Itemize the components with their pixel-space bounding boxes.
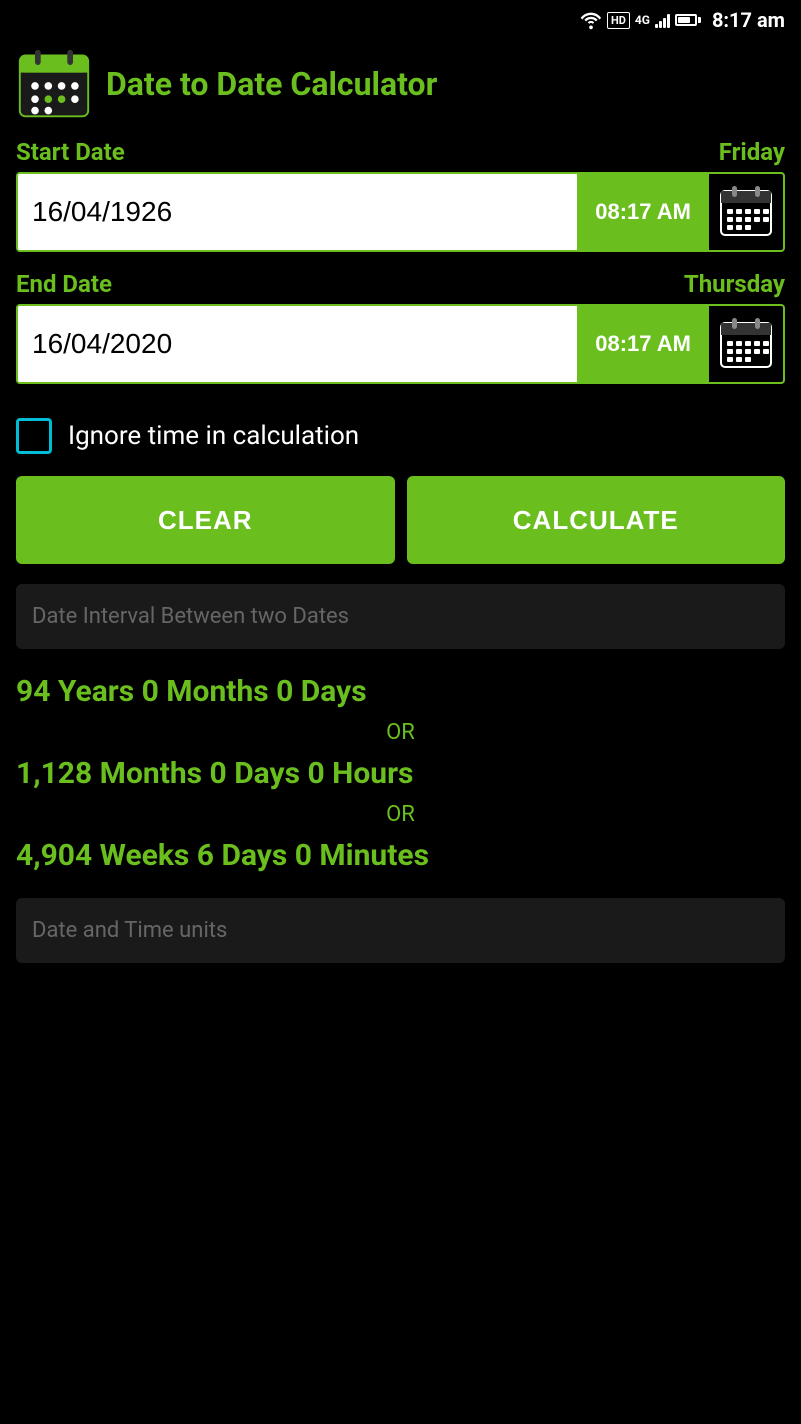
result-or-1: OR	[16, 720, 785, 745]
hotspot-icon	[580, 9, 602, 31]
clear-button[interactable]: CLEAR	[16, 476, 395, 564]
bottom-section: Date and Time units	[16, 898, 785, 963]
action-buttons: CLEAR CALCULATE	[16, 476, 785, 564]
calendar-icon	[719, 185, 773, 239]
results-section: Date Interval Between two Dates	[16, 584, 785, 649]
signal-icon	[655, 12, 670, 28]
result-line-1: 94 Years 0 Months 0 Days	[16, 669, 785, 714]
start-date-input[interactable]	[18, 174, 577, 250]
end-date-label: End Date	[16, 270, 112, 298]
result-or-2: OR	[16, 802, 785, 827]
calendar-icon-2	[719, 317, 773, 371]
app-title: Date to Date Calculator	[106, 66, 437, 103]
start-day-label: Friday	[719, 138, 785, 166]
start-date-section: Start Date Friday 08:17 AM	[16, 138, 785, 252]
4g-badge: 4G	[635, 13, 650, 27]
hd-badge: HD	[607, 12, 630, 29]
ignore-time-row: Ignore time in calculation	[16, 402, 785, 476]
end-date-label-row: End Date Thursday	[16, 270, 785, 298]
ignore-time-label: Ignore time in calculation	[68, 421, 359, 451]
calculate-button[interactable]: CALCULATE	[407, 476, 786, 564]
status-bar: HD 4G 8:17 am	[0, 0, 801, 36]
result-values: 94 Years 0 Months 0 Days OR 1,128 Months…	[16, 659, 785, 888]
bottom-placeholder: Date and Time units	[32, 918, 769, 943]
status-time: 8:17 am	[712, 8, 785, 32]
end-calendar-button[interactable]	[709, 306, 783, 382]
end-day-label: Thursday	[684, 270, 785, 298]
end-time-button[interactable]: 08:17 AM	[577, 306, 709, 382]
start-time-button[interactable]: 08:17 AM	[577, 174, 709, 250]
end-date-input[interactable]	[18, 306, 577, 382]
start-calendar-button[interactable]	[709, 174, 783, 250]
app-icon	[16, 46, 92, 122]
results-placeholder: Date Interval Between two Dates	[32, 604, 769, 629]
result-line-3: 4,904 Weeks 6 Days 0 Minutes	[16, 833, 785, 878]
start-date-input-row: 08:17 AM	[16, 172, 785, 252]
main-content: Start Date Friday 08:17 AM	[0, 138, 801, 963]
end-date-section: End Date Thursday 08:17 AM	[16, 270, 785, 384]
app-header: Date to Date Calculator	[0, 36, 801, 138]
result-line-2: 1,128 Months 0 Days 0 Hours	[16, 751, 785, 796]
start-date-label-row: Start Date Friday	[16, 138, 785, 166]
ignore-time-checkbox[interactable]	[16, 418, 52, 454]
end-date-input-row: 08:17 AM	[16, 304, 785, 384]
battery-icon	[675, 14, 701, 26]
calendar-app-icon	[16, 46, 92, 122]
status-icons: HD 4G 8:17 am	[580, 8, 785, 32]
start-date-label: Start Date	[16, 138, 125, 166]
